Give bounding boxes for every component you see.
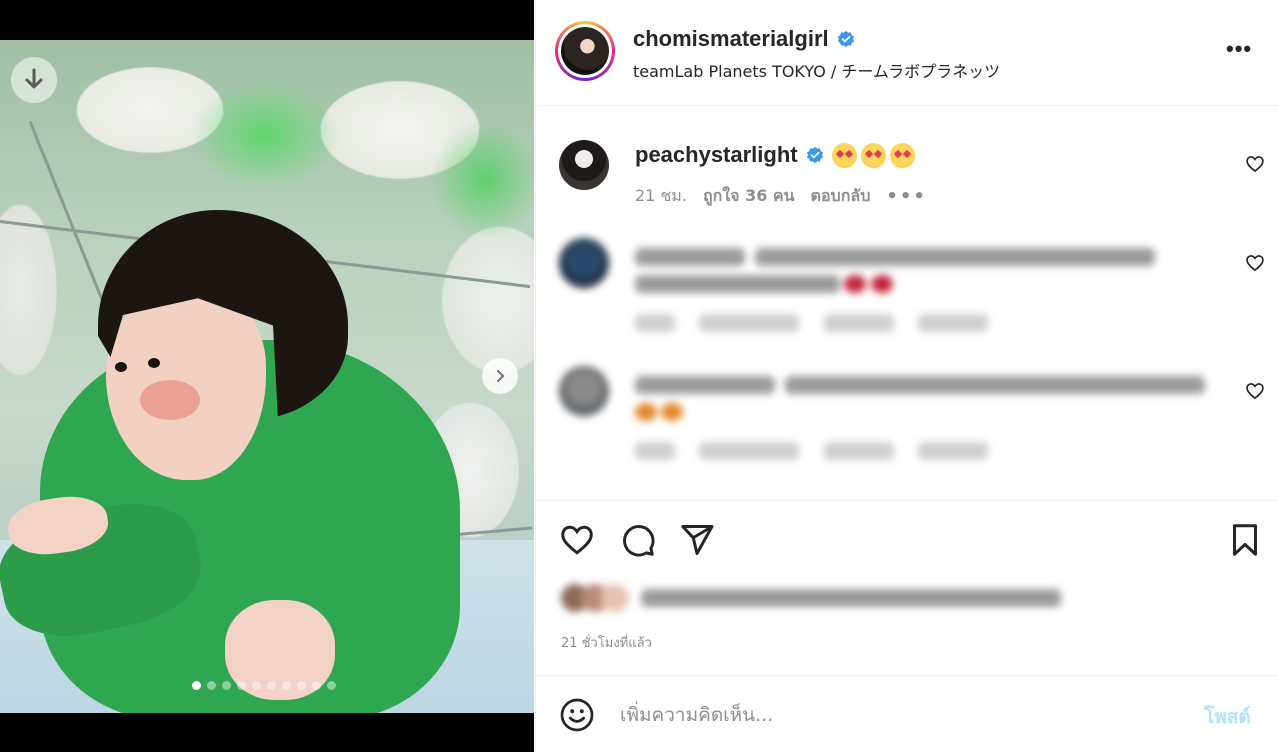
- smile-icon[interactable]: [559, 697, 595, 733]
- carousel-dot: [327, 681, 336, 690]
- post-header: chomismaterialgirl teamLab Planets TOKYO…: [536, 0, 1278, 106]
- bookmark-icon[interactable]: [1227, 522, 1263, 558]
- paper-plane-icon[interactable]: [679, 522, 715, 558]
- carousel-dot: [222, 681, 231, 690]
- comment-likes[interactable]: ถูกใจ 36 คน: [703, 184, 795, 209]
- more-options-button[interactable]: •••: [1226, 36, 1252, 62]
- post-timestamp[interactable]: 21 ชั่วโมงที่แล้ว: [561, 632, 652, 653]
- carousel-next-button[interactable]: [482, 358, 518, 394]
- carousel-dot: [297, 681, 306, 690]
- comment-input[interactable]: [620, 698, 1180, 732]
- commenter-avatar: [559, 238, 609, 288]
- comment-item: peachystarlight 🥰🥰🥰 21 ชม. ถูกใจ 36 คน ต…: [536, 106, 1278, 226]
- carousel-dot: [237, 681, 246, 690]
- post-location[interactable]: teamLab Planets TOKYO / チームラボプラネッツ: [633, 58, 1000, 82]
- commenter-username[interactable]: peachystarlight: [635, 142, 798, 168]
- commenter-avatar: [559, 366, 609, 416]
- carousel-dot: [267, 681, 276, 690]
- comment-item-blurred: [536, 354, 1278, 482]
- comment-heart-icon[interactable]: [1245, 154, 1265, 174]
- commenter-avatar[interactable]: [559, 140, 609, 190]
- carousel-dot: [312, 681, 321, 690]
- post-details-panel: chomismaterialgirl teamLab Planets TOKYO…: [535, 0, 1278, 752]
- author-avatar[interactable]: [555, 21, 615, 81]
- author-username[interactable]: chomismaterialgirl: [633, 26, 829, 52]
- verified-badge-icon: [837, 30, 854, 48]
- post-media: [0, 0, 534, 752]
- comment-item-blurred: [536, 226, 1278, 354]
- comment-heart-icon[interactable]: [1245, 381, 1265, 401]
- carousel-dot: [192, 681, 201, 690]
- liked-by-summary: [561, 584, 1061, 612]
- comment-meta: 21 ชม. ถูกใจ 36 คน ตอบกลับ •••: [635, 184, 927, 209]
- post-actions: 21 ชั่วโมงที่แล้ว: [536, 500, 1278, 675]
- chevron-right-icon: [496, 369, 505, 383]
- carousel-indicator: [192, 681, 336, 690]
- heart-icon[interactable]: [559, 522, 595, 558]
- arrow-down-icon: [25, 68, 43, 89]
- comment-emoji-text: [831, 142, 915, 168]
- comment-composer: โพสต์: [536, 675, 1278, 752]
- carousel-dot: [252, 681, 261, 690]
- reply-button[interactable]: ตอบกลับ: [811, 184, 871, 209]
- comment-more-button[interactable]: •••: [886, 186, 927, 207]
- comment-heart-icon[interactable]: [1245, 253, 1265, 273]
- comment-time[interactable]: 21 ชม.: [635, 184, 687, 209]
- carousel-dot: [282, 681, 291, 690]
- carousel-dot: [207, 681, 216, 690]
- post-photo[interactable]: [0, 40, 534, 713]
- post-comment-button[interactable]: โพสต์: [1204, 702, 1251, 732]
- verified-badge-icon: [806, 146, 823, 164]
- comment-bubble-icon[interactable]: [620, 522, 656, 558]
- download-button[interactable]: [11, 57, 57, 103]
